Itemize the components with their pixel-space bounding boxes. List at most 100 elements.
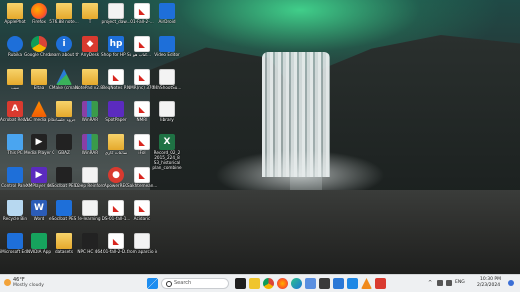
- desktop-icon-pes-settings[interactable]: eSoclbat PES Settings: [49, 200, 79, 221]
- desktop-icon-sakhtemean[interactable]: ◣ Sakhtemean...: [127, 167, 157, 188]
- desktop-icon-python-script[interactable]: from aparcio import sleep: [127, 233, 157, 254]
- desktop-icon-reqnotes[interactable]: ◣ ReqNotes P...: [102, 69, 130, 90]
- vscode-icon[interactable]: [347, 278, 358, 289]
- search-icon: [166, 281, 172, 287]
- xmplayer-icon: ▶: [31, 167, 47, 183]
- notification-bell-icon[interactable]: [508, 280, 514, 286]
- acrobat-icon: A: [7, 101, 23, 117]
- document-icon: [134, 233, 150, 249]
- chevron-up-icon[interactable]: ^: [428, 280, 434, 286]
- desktop-icon-video-editor[interactable]: Video Editor: [154, 36, 180, 57]
- pdf-icon: ◣: [108, 200, 124, 216]
- pdf-icon: ◣: [108, 233, 124, 249]
- cmake-icon: [56, 69, 72, 85]
- info-icon: i: [56, 36, 72, 52]
- pdf-icon: ◣: [134, 69, 150, 85]
- vlc-icon: [31, 101, 47, 117]
- edge-icon[interactable]: [291, 278, 302, 289]
- desktop-icon-apowerrec[interactable]: ● ApowerREC: [103, 167, 129, 188]
- spotpaper-icon: [108, 101, 124, 117]
- desktop-icon-npc[interactable]: NPC HC 464: [77, 233, 103, 254]
- desktop-icon-record-excel[interactable]: X Record_02_2 2015_224_8 S3_historical pl…: [152, 134, 182, 170]
- task-view-icon[interactable]: [235, 278, 246, 289]
- desktop-icon-library[interactable]: library: [154, 101, 180, 122]
- document-icon: [82, 167, 98, 183]
- firefox-taskbar-icon[interactable]: [277, 278, 288, 289]
- document-icon: [159, 69, 175, 85]
- desktop-icon-e-learning[interactable]: e-learning: [77, 200, 103, 221]
- pdf-icon: ◣: [134, 200, 150, 216]
- chrome-taskbar-icon[interactable]: [263, 278, 274, 289]
- desktop-icon-anydesk[interactable]: ◆ AnyDesk: [77, 36, 103, 57]
- folder-icon: [7, 3, 23, 19]
- folder-icon: [56, 101, 72, 117]
- control-panel-icon: [7, 167, 23, 183]
- app-icon: [56, 167, 72, 183]
- desktop-icon-ds-fall-1[interactable]: ◣ DS-01-fall-1...: [102, 200, 130, 221]
- weather-condition: Mostly cloudy: [13, 283, 44, 288]
- airdroid-icon: [159, 3, 175, 19]
- winrar-icon: [82, 101, 98, 117]
- desktop-icon-note-folder[interactable]: 576.88 note...: [49, 3, 79, 24]
- desktop-icon-hp-supplies[interactable]: hpShop for HP Supplies: [101, 36, 131, 57]
- anydesk-icon: ◆: [82, 36, 98, 52]
- pdf-icon: ◣: [134, 167, 150, 183]
- folder-icon: [56, 3, 72, 19]
- desktop-icon-session-notes[interactable]: جزوه جلسات: [51, 101, 77, 122]
- app-icon: [56, 134, 72, 150]
- desktop-icon-winrar-2[interactable]: WinRAR: [77, 134, 103, 155]
- wifi-icon[interactable]: [437, 280, 443, 286]
- desktop-icon-project-daw[interactable]: project_daw...: [102, 3, 130, 24]
- folder-icon: [82, 3, 98, 19]
- video-editor-icon: [159, 36, 175, 52]
- app-icon: [7, 233, 23, 249]
- terminal-icon[interactable]: [319, 278, 330, 289]
- start-button[interactable]: [147, 278, 158, 289]
- desktop-icon-acidaric[interactable]: ◣ Acidaric: [129, 200, 155, 221]
- app-taskbar-icon[interactable]: [375, 278, 386, 289]
- desktop-icon-deep-reinforce[interactable]: Deep Reinforce...: [75, 167, 105, 188]
- pdf-icon: ◣: [134, 3, 150, 19]
- cloud-sun-icon: [4, 279, 11, 286]
- vlc-taskbar-icon[interactable]: [361, 278, 372, 289]
- pdf-icon: ◣: [108, 69, 124, 85]
- rubika-icon: [7, 36, 23, 52]
- input-language[interactable]: ENG: [455, 280, 465, 285]
- desktop-icon-learn-about-picture[interactable]: iLearn about this picture: [49, 36, 79, 57]
- folder-icon: [108, 134, 124, 150]
- desktop-icon-fall-2-d[interactable]: ◣ 01-fall-2-D...: [103, 233, 129, 254]
- volume-icon[interactable]: [446, 280, 452, 286]
- desktop-icon-airdroid[interactable]: AirDroid: [154, 3, 180, 24]
- desktop-icon-cmake[interactable]: CMake (cmake-gui): [49, 69, 79, 90]
- pdf-icon: ◣: [134, 101, 150, 117]
- folder-icon: [31, 69, 47, 85]
- desktop-icon-gbaz[interactable]: GBAZ: [51, 134, 77, 155]
- desktop-icon-datasets[interactable]: datasets: [51, 233, 77, 254]
- desktop-icon-spotpaper[interactable]: SpotPaper: [103, 101, 129, 122]
- recycle-bin-icon: [7, 200, 23, 216]
- folder-icon: [56, 233, 72, 249]
- search-placeholder: Search: [174, 280, 192, 286]
- hp-icon: hp: [108, 36, 124, 52]
- apowerrec-icon: ●: [108, 167, 124, 183]
- clock-time[interactable]: 10:30 PM: [480, 277, 501, 282]
- pdf-icon: ◣: [134, 36, 150, 52]
- app-icon: [82, 233, 98, 249]
- clock-date[interactable]: 2/23/2024: [477, 283, 500, 288]
- store-icon[interactable]: [305, 278, 316, 289]
- desktop-icon-winrar-1[interactable]: WinRAR: [77, 101, 103, 122]
- desktop-icon-notepad[interactable]: NotePad v2.8...: [75, 69, 105, 90]
- document-icon: [108, 3, 124, 19]
- file-explorer-icon[interactable]: [249, 278, 260, 289]
- mail-icon[interactable]: [333, 278, 344, 289]
- document-icon: [159, 101, 175, 117]
- desktop-icon-fishshoot[interactable]: fishShootSu...: [153, 69, 181, 90]
- pdf-icon: ◣: [134, 134, 150, 150]
- folder-icon: [82, 69, 98, 85]
- taskbar-search[interactable]: Search: [161, 278, 229, 289]
- firefox-icon: [31, 3, 47, 19]
- excel-icon: X: [159, 134, 175, 150]
- desktop-icon-t[interactable]: T: [77, 3, 103, 24]
- desktop-icon-pes-update[interactable]: eSoclbat PES 2021 Update: [49, 167, 79, 188]
- desktop-icon-work-hours[interactable]: ساعات کاری: [103, 134, 129, 155]
